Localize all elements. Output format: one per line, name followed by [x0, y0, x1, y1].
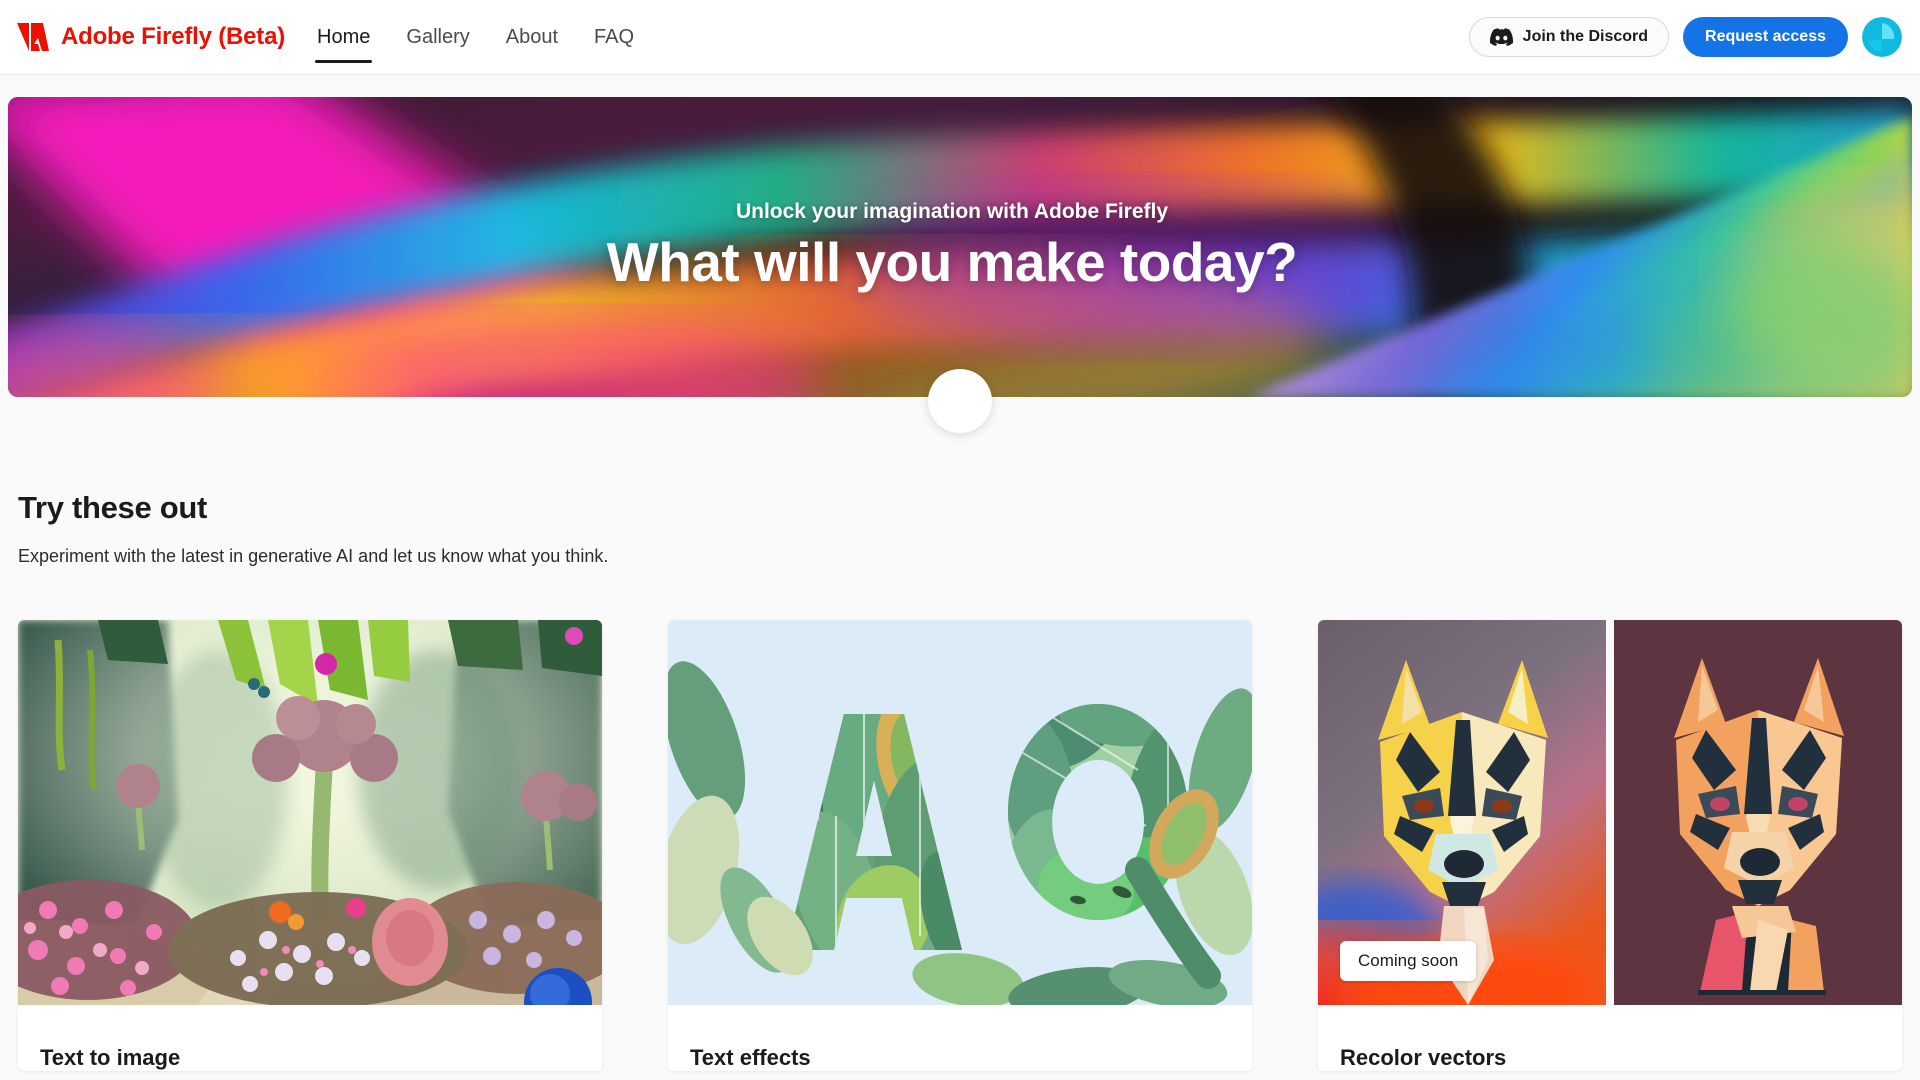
- nav-item-label: FAQ: [594, 25, 635, 48]
- card-title: Text effects: [690, 1045, 811, 1070]
- nav-item-label: Home: [317, 25, 371, 48]
- try-these-out-section-header: Try these out Experiment with the latest…: [18, 490, 608, 567]
- brand-name: Adobe Firefly (Beta): [61, 23, 286, 50]
- page-title: Try these out: [18, 490, 208, 525]
- feature-card-recolor-vectors[interactable]: Coming soon Recolor vectors: [1318, 620, 1902, 1071]
- section-description: Experiment with the latest in generative…: [18, 546, 609, 566]
- nav-item-label: Gallery: [406, 25, 470, 48]
- nav-item-faq[interactable]: FAQ: [592, 0, 636, 75]
- nav-item-label: About: [505, 25, 559, 48]
- surreal-fantasy-garden-image: [18, 620, 602, 1005]
- card-body-recolor-vectors: Recolor vectors: [1318, 1005, 1902, 1071]
- request-access-button[interactable]: Request access: [1683, 17, 1848, 57]
- brand-logo[interactable]: Adobe Firefly (Beta): [16, 22, 285, 52]
- feature-card-text-effects[interactable]: Text effects: [668, 620, 1252, 1071]
- app-header: Adobe Firefly (Beta) Home Gallery About …: [0, 0, 1920, 75]
- leafy-letters-AQ-image: [668, 620, 1252, 1005]
- card-body-text-effects: Text effects: [668, 1005, 1252, 1071]
- main-nav: Home Gallery About FAQ: [315, 0, 636, 75]
- hero-banner: Unlock your imagination with Adobe Firef…: [0, 97, 1920, 433]
- card-title: Text to image: [40, 1045, 181, 1070]
- join-discord-button[interactable]: Join the Discord: [1468, 17, 1670, 57]
- hero-artwork-svg: [8, 97, 1912, 397]
- card-image-text-effects: [668, 620, 1252, 1005]
- adobe-logo-icon: [17, 23, 49, 51]
- scroll-down-circle-icon[interactable]: [928, 369, 992, 433]
- card-image-text-to-image: [18, 620, 602, 1005]
- nav-item-home[interactable]: Home: [315, 0, 373, 75]
- card-image-recolor-vectors: Coming soon: [1318, 620, 1902, 1005]
- nav-item-about[interactable]: About: [504, 0, 560, 75]
- join-discord-label: Join the Discord: [1522, 28, 1649, 45]
- user-avatar-icon[interactable]: [1862, 17, 1902, 57]
- status-badge: Coming soon: [1340, 941, 1477, 981]
- request-access-label: Request access: [1705, 28, 1826, 45]
- hero-gradient-artwork: [8, 97, 1912, 397]
- header-actions: Join the Discord Request access: [1468, 17, 1902, 57]
- feature-card-text-to-image[interactable]: Text to image: [18, 620, 602, 1071]
- nav-item-gallery[interactable]: Gallery: [404, 0, 471, 75]
- feature-card-list: Text to image Text effects Coming soon R…: [18, 620, 1902, 1071]
- card-title: Recolor vectors: [1340, 1045, 1507, 1070]
- card-body-text-to-image: Text to image: [18, 1005, 602, 1071]
- discord-icon: [1489, 28, 1513, 46]
